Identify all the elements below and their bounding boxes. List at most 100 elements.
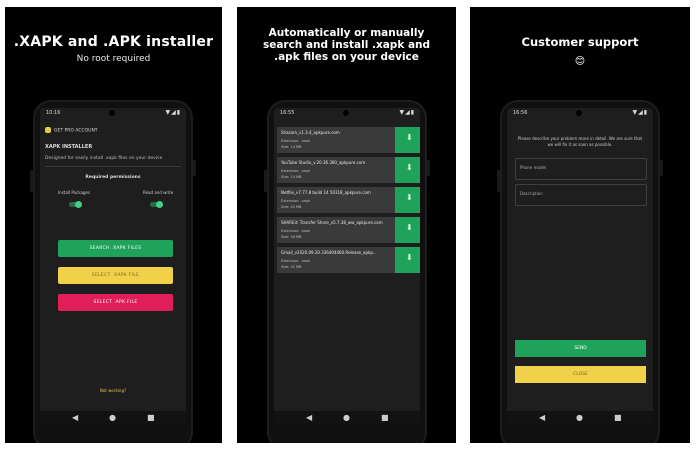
panel-caption: Customer support 😊 — [470, 35, 690, 69]
select-apk-button[interactable]: SELECT .APK FILE — [58, 294, 173, 311]
volume-button — [30, 170, 33, 192]
pro-label: GET PRO ACCOUNT — [54, 128, 98, 134]
file-name: Shazam_v1.3.4_apkpure.com — [281, 130, 340, 135]
status-bar: 16:56 ▼◢▮ — [507, 108, 653, 118]
status-icons: ▼◢▮ — [165, 109, 181, 116]
description-placeholder: Description — [520, 191, 543, 196]
download-icon: ⬇ — [406, 133, 413, 142]
power-button — [660, 160, 663, 176]
status-bar: 10:16 ▼◢▮ — [40, 108, 186, 118]
download-icon: ⬇ — [406, 223, 413, 232]
close-button[interactable]: CLOSE — [515, 366, 646, 383]
nav-bar: ◀ ● ■ — [40, 411, 186, 425]
file-item[interactable]: YouTube Studio_v.20.36.360_apkpure.com E… — [277, 157, 395, 183]
app-title: XAPK INSTALLER — [45, 144, 93, 150]
description-field[interactable]: Description — [515, 184, 647, 206]
install-button[interactable]: ⬇ — [395, 187, 420, 213]
status-time: 16:55 — [280, 110, 295, 116]
file-name: Netflix_v7.77.8 build 14 50318_apkpure.c… — [281, 190, 371, 195]
file-size: Size: 14 MB — [281, 145, 302, 149]
file-name: SHAREit: Transfer Share_v5.7.38_ww_apkpu… — [281, 220, 383, 225]
camera-hole — [109, 110, 115, 116]
caption-line-3: .apk files on your device — [274, 51, 419, 63]
file-name: Gmail_v2020.09.20.336404460.Release_apkp… — [281, 250, 377, 255]
install-packages-toggle[interactable] — [69, 201, 82, 208]
permissions-title: Required permissions — [85, 175, 141, 180]
volume-button — [264, 170, 267, 192]
file-extension: Extension: .xapk — [281, 259, 311, 263]
smile-emoji-icon: 😊 — [574, 56, 586, 67]
back-icon[interactable]: ◀ — [306, 413, 312, 422]
read-write-toggle[interactable] — [150, 201, 163, 208]
file-size: Size: 42 MB — [281, 205, 302, 209]
crown-icon — [45, 127, 51, 133]
recent-apps-icon[interactable]: ■ — [381, 413, 389, 422]
phone-frame: 10:16 ▼◢▮ GET PRO ACCOUNT XAPK INSTALLER… — [30, 100, 196, 443]
install-button[interactable]: ⬇ — [395, 247, 420, 273]
screenshot-panel-installer: .XAPK and .APK installer No root require… — [5, 7, 222, 443]
status-bar: 16:55 ▼◢▮ — [274, 108, 420, 118]
caption-title: Customer support — [521, 35, 639, 49]
download-icon: ⬇ — [406, 163, 413, 172]
file-name: YouTube Studio_v.20.36.360_apkpure.com — [281, 160, 366, 165]
phone-screen: 16:56 ▼◢▮ Please describe your problem m… — [507, 108, 653, 425]
power-button — [427, 160, 430, 176]
phone-model-field[interactable]: Phone model — [515, 158, 647, 180]
divider — [45, 166, 181, 167]
install-button[interactable]: ⬇ — [395, 157, 420, 183]
camera-hole — [343, 110, 349, 116]
panel-caption: Automatically or manually search and ins… — [237, 27, 456, 63]
perm-read-label: Read and write — [143, 190, 174, 195]
status-icons: ▼◢▮ — [399, 109, 415, 116]
status-icons: ▼◢▮ — [632, 109, 648, 116]
download-icon: ⬇ — [406, 253, 413, 262]
recent-apps-icon[interactable]: ■ — [614, 413, 622, 422]
back-icon[interactable]: ◀ — [539, 413, 545, 422]
power-button — [193, 160, 196, 176]
screenshot-panel-file-list: Automatically or manually search and ins… — [237, 7, 456, 443]
camera-hole — [576, 110, 582, 116]
file-size: Size: 41 MB — [281, 265, 302, 269]
file-item[interactable]: Gmail_v2020.09.20.336404460.Release_apkp… — [277, 247, 395, 273]
file-extension: Extension: .xapk — [281, 229, 311, 233]
nav-bar: ◀ ● ■ — [274, 411, 420, 425]
not-working-link[interactable]: Not working? — [40, 388, 186, 393]
home-icon[interactable]: ● — [576, 413, 583, 422]
status-time: 10:16 — [46, 110, 61, 116]
file-item[interactable]: SHAREit: Transfer Share_v5.7.38_ww_apkpu… — [277, 217, 395, 243]
recent-apps-icon[interactable]: ■ — [147, 413, 155, 422]
select-xapk-button[interactable]: SELECT .XAPK FILE — [58, 267, 173, 284]
phone-screen: 10:16 ▼◢▮ GET PRO ACCOUNT XAPK INSTALLER… — [40, 108, 186, 425]
status-time: 16:56 — [513, 110, 528, 116]
app-description: Designed for easily install .xapk files … — [45, 156, 163, 161]
home-icon[interactable]: ● — [343, 413, 350, 422]
phone-model-placeholder: Phone model — [520, 165, 547, 170]
download-icon: ⬇ — [406, 193, 413, 202]
phone-frame: 16:56 ▼◢▮ Please describe your problem m… — [497, 100, 663, 443]
caption-line-2: search and install .xapk and — [262, 39, 431, 51]
nav-bar: ◀ ● ■ — [507, 411, 653, 425]
file-extension: Extension: .xapk — [281, 139, 311, 143]
caption-line-1: Automatically or manually — [268, 27, 425, 39]
perm-install-label: Install Packages — [58, 190, 90, 195]
caption-title: .XAPK and .APK installer — [13, 34, 214, 50]
file-extension: Extension: .xapk — [281, 169, 311, 173]
support-description: Please describe your problem more in det… — [517, 136, 643, 147]
get-pro-account-link[interactable]: GET PRO ACCOUNT — [45, 127, 98, 134]
phone-screen: 16:55 ▼◢▮ Shazam_v1.3.4_apkpure.com Exte… — [274, 108, 420, 425]
caption-subtitle: No root required — [76, 54, 151, 64]
file-size: Size: 26 MB — [281, 235, 302, 239]
file-size: Size: 14 MB — [281, 175, 302, 179]
volume-button — [497, 170, 500, 192]
phone-frame: 16:55 ▼◢▮ Shazam_v1.3.4_apkpure.com Exte… — [264, 100, 430, 443]
file-extension: Extension: .xapk — [281, 199, 311, 203]
send-button[interactable]: SEND — [515, 340, 646, 357]
search-xapk-button[interactable]: SEARCH .XAPK FILES — [58, 240, 173, 257]
screenshot-panel-support: Customer support 😊 16:56 ▼◢▮ Please desc… — [470, 7, 690, 443]
back-icon[interactable]: ◀ — [72, 413, 78, 422]
file-item[interactable]: Shazam_v1.3.4_apkpure.com Extension: .xa… — [277, 127, 395, 153]
file-item[interactable]: Netflix_v7.77.8 build 14 50318_apkpure.c… — [277, 187, 395, 213]
install-button[interactable]: ⬇ — [395, 127, 420, 153]
home-icon[interactable]: ● — [109, 413, 116, 422]
install-button[interactable]: ⬇ — [395, 217, 420, 243]
